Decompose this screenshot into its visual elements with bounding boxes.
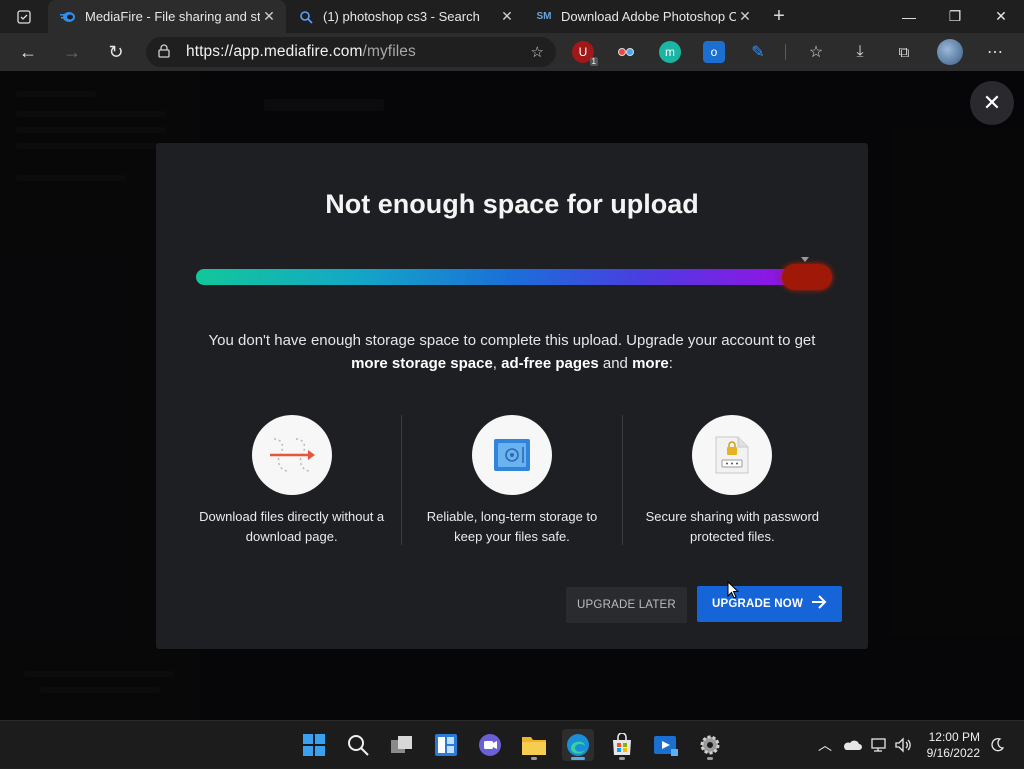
lock-icon bbox=[158, 43, 176, 61]
browser-tabstrip: MediaFire - File sharing and stor ✕ (1) … bbox=[0, 0, 1024, 33]
new-tab-button[interactable]: + bbox=[762, 0, 796, 33]
mediafire-icon bbox=[60, 9, 76, 25]
network-icon[interactable] bbox=[870, 721, 888, 769]
tab-title: (1) photoshop cs3 - Search bbox=[323, 9, 480, 24]
running-indicator bbox=[531, 757, 537, 760]
chat-icon[interactable] bbox=[474, 729, 506, 761]
clock-time: 12:00 PM bbox=[928, 730, 980, 744]
address-bar[interactable]: https://app.mediafire.com/myfiles ☆ bbox=[146, 37, 556, 67]
description-text: : bbox=[668, 355, 673, 372]
close-tab-icon[interactable]: ✕ bbox=[498, 8, 516, 26]
back-icon[interactable]: ← bbox=[6, 33, 50, 71]
widgets-icon[interactable] bbox=[430, 729, 462, 761]
close-icon[interactable]: ✕ bbox=[970, 81, 1014, 125]
close-tab-icon[interactable]: ✕ bbox=[736, 8, 754, 26]
downloads-icon[interactable]: ⤓ bbox=[849, 41, 871, 63]
ublock-extension-icon[interactable]: U1 bbox=[572, 41, 598, 66]
forward-icon[interactable]: → bbox=[50, 33, 94, 71]
modal-title: Not enough space for upload bbox=[325, 189, 699, 219]
feature-item: Secure sharing with password protected f… bbox=[621, 415, 842, 545]
feature-item: Reliable, long-term storage to keep your… bbox=[401, 415, 621, 545]
mouse-cursor-icon bbox=[727, 581, 739, 599]
pen-extension-icon[interactable]: ✎ bbox=[747, 41, 769, 63]
refresh-icon[interactable]: ↻ bbox=[94, 33, 138, 71]
upgrade-modal: Not enough space for upload You don't ha… bbox=[156, 143, 868, 649]
close-tab-icon[interactable]: ✕ bbox=[260, 8, 278, 26]
collections-icon[interactable]: ⧉ bbox=[893, 41, 915, 63]
more-menu-icon[interactable]: ⋯ bbox=[984, 41, 1006, 63]
microsoft-store-icon[interactable] bbox=[606, 729, 638, 761]
file-explorer-icon[interactable] bbox=[518, 729, 550, 761]
edge-browser-icon[interactable] bbox=[562, 729, 594, 761]
tab-mediafire[interactable]: MediaFire - File sharing and stor ✕ bbox=[48, 0, 286, 33]
glasses-extension-icon[interactable] bbox=[615, 41, 637, 63]
feature-list: Download files directly without a downlo… bbox=[182, 415, 842, 545]
profile-avatar-icon[interactable] bbox=[937, 39, 963, 65]
description-highlight: more storage space bbox=[351, 355, 493, 372]
feature-text: Secure sharing with password protected f… bbox=[645, 509, 820, 544]
toolbar-divider bbox=[785, 44, 786, 60]
feature-item: Download files directly without a downlo… bbox=[182, 415, 401, 545]
onedrive-icon[interactable] bbox=[842, 721, 862, 769]
search-icon[interactable] bbox=[342, 729, 374, 761]
safe-storage-icon bbox=[471, 415, 552, 495]
show-hidden-icons-icon[interactable]: ︿ bbox=[818, 721, 832, 769]
outlook-extension-icon[interactable]: o bbox=[703, 41, 725, 63]
page-content: ✕ Not enough space for upload You don't … bbox=[0, 71, 1024, 720]
settings-gear-icon[interactable] bbox=[694, 729, 726, 761]
sm-favicon-icon: SM bbox=[536, 11, 552, 22]
volume-icon[interactable] bbox=[894, 721, 912, 769]
close-window-icon[interactable]: ✕ bbox=[978, 0, 1024, 33]
windows-taskbar: ︿ 12:00 PM 9/16/2022 bbox=[0, 720, 1024, 768]
modal-description: You don't have enough storage space to c… bbox=[196, 329, 828, 375]
arrow-right-icon bbox=[810, 593, 828, 616]
running-indicator bbox=[571, 757, 585, 760]
window-controls: — ❐ ✕ bbox=[886, 0, 1024, 33]
tab-download-photoshop[interactable]: SM Download Adobe Photoshop CS ✕ bbox=[524, 0, 762, 33]
favorites-icon[interactable]: ☆ bbox=[805, 41, 827, 63]
tab-actions-icon bbox=[17, 9, 31, 24]
running-indicator bbox=[707, 757, 713, 760]
upgrade-later-button[interactable]: UPGRADE LATER bbox=[566, 587, 687, 623]
video-editor-icon[interactable] bbox=[650, 729, 682, 761]
upgrade-now-button[interactable]: UPGRADE NOW bbox=[697, 586, 842, 622]
storage-limit-marker-icon bbox=[801, 257, 809, 262]
description-highlight: ad-free pages bbox=[501, 355, 599, 372]
add-favorite-icon[interactable]: ☆ bbox=[531, 43, 544, 61]
system-clock[interactable]: 12:00 PM 9/16/2022 bbox=[927, 729, 980, 761]
storage-over-limit-indicator bbox=[782, 264, 832, 290]
description-text: , bbox=[492, 355, 502, 372]
clock-date: 9/16/2022 bbox=[926, 746, 980, 760]
search-icon bbox=[298, 9, 314, 25]
running-indicator bbox=[619, 757, 625, 760]
tab-title: Download Adobe Photoshop CS bbox=[561, 9, 736, 24]
direct-download-icon bbox=[251, 415, 332, 495]
description-text: You don't have enough storage space to c… bbox=[208, 332, 816, 349]
url-text: https://app.mediafire.com/myfiles bbox=[186, 43, 416, 60]
password-file-icon bbox=[692, 415, 773, 495]
tab-actions-button[interactable] bbox=[0, 0, 48, 33]
storage-usage-bar bbox=[196, 269, 832, 285]
feature-text: Reliable, long-term storage to keep your… bbox=[426, 509, 598, 544]
upgrade-now-label: UPGRADE NOW bbox=[712, 598, 804, 610]
feature-text: Download files directly without a downlo… bbox=[199, 509, 385, 544]
description-highlight: more bbox=[632, 355, 669, 372]
m-extension-icon[interactable]: m bbox=[659, 41, 681, 63]
description-text: and bbox=[598, 355, 633, 372]
tab-search[interactable]: (1) photoshop cs3 - Search ✕ bbox=[286, 0, 524, 33]
browser-toolbar: ← → ↻ https://app.mediafire.com/myfiles … bbox=[0, 33, 1024, 71]
start-menu-icon[interactable] bbox=[298, 729, 330, 761]
focus-assist-moon-icon[interactable] bbox=[989, 721, 1005, 769]
minimize-icon[interactable]: — bbox=[886, 0, 932, 33]
task-view-icon[interactable] bbox=[386, 729, 418, 761]
tab-title: MediaFire - File sharing and stor bbox=[85, 9, 260, 24]
restore-icon[interactable]: ❐ bbox=[932, 0, 978, 33]
extension-badge: 1 bbox=[589, 57, 598, 66]
